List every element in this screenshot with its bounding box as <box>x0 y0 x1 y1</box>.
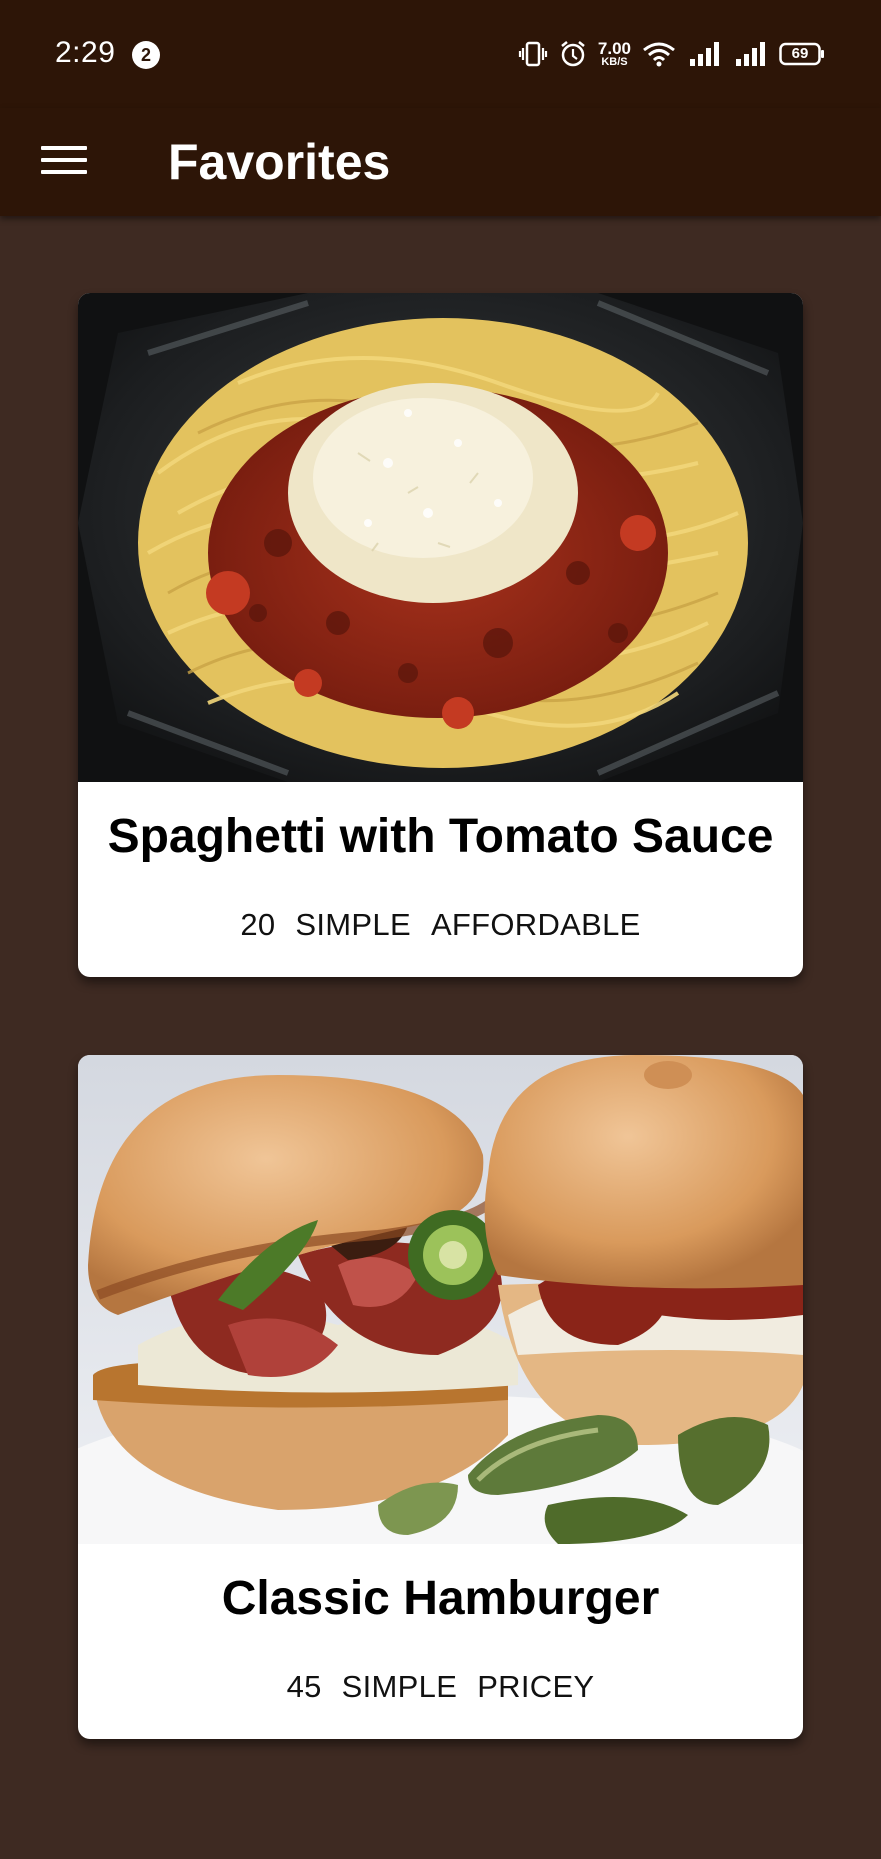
network-speed: 7.00 KB/S <box>598 40 631 68</box>
status-time: 2:29 <box>55 36 116 69</box>
status-bar: 2:29 2 7.00 KB/S 69 <box>0 0 881 108</box>
network-speed-value: 7.00 <box>597 39 631 58</box>
meal-affordability: AFFORDABLE <box>430 907 641 942</box>
battery-icon: 69 <box>779 42 825 66</box>
meal-duration: 45 <box>286 1669 322 1704</box>
meal-meta: 20 SIMPLE AFFORDABLE <box>78 907 803 943</box>
signal-icon <box>687 39 723 69</box>
meal-card[interactable]: Classic Hamburger 45 SIMPLE PRICEY <box>78 1055 803 1739</box>
meal-meta: 45 SIMPLE PRICEY <box>78 1669 803 1705</box>
alarm-icon <box>558 39 588 69</box>
meal-card[interactable]: Spaghetti with Tomato Sauce 20 SIMPLE AF… <box>78 293 803 977</box>
meal-title: Classic Hamburger <box>221 1572 660 1625</box>
meal-duration: 20 <box>240 907 276 942</box>
hamburger-menu-icon <box>41 144 87 181</box>
meal-image <box>78 293 803 782</box>
battery-level: 69 <box>791 45 809 62</box>
vibrate-icon <box>518 39 548 69</box>
menu-button[interactable] <box>30 134 98 190</box>
app-bar: Favorites <box>0 108 881 216</box>
notification-badge: 2 <box>132 41 160 69</box>
meal-complexity: SIMPLE <box>341 1669 458 1704</box>
signal-icon <box>733 39 769 69</box>
meal-affordability: PRICEY <box>477 1669 595 1704</box>
meal-complexity: SIMPLE <box>295 907 411 942</box>
page-title: Favorites <box>168 134 391 190</box>
status-icons: 7.00 KB/S 69 <box>518 36 825 72</box>
network-speed-unit: KB/S <box>601 56 628 68</box>
meal-image <box>78 1055 803 1544</box>
meal-title: Spaghetti with Tomato Sauce <box>107 810 774 863</box>
wifi-icon <box>641 39 677 69</box>
